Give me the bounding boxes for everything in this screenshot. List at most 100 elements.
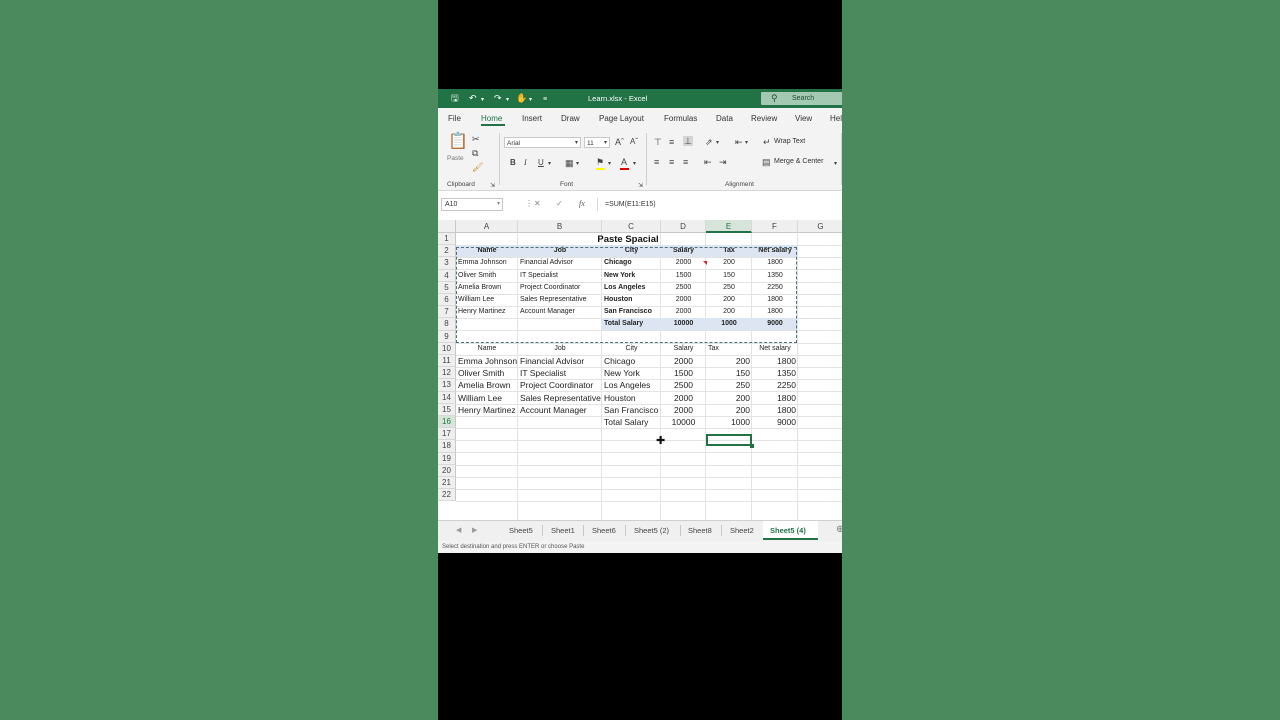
table1-total-label[interactable]: Total Salary	[602, 318, 661, 330]
wrap-text-button[interactable]: Wrap Text	[774, 138, 805, 145]
tab-view[interactable]: View	[795, 114, 812, 123]
table2-cell[interactable]: 200	[706, 392, 752, 404]
redo-icon[interactable]: ↷	[494, 93, 502, 104]
table1-cell[interactable]: 1350	[752, 270, 798, 282]
column-header-c[interactable]: C	[602, 220, 661, 233]
enter-icon[interactable]: ✓	[556, 199, 563, 208]
align-center-icon[interactable]: ≡	[669, 157, 674, 167]
sheet-tab-sheet8[interactable]: Sheet8	[688, 526, 712, 535]
table1-cell[interactable]: 150	[706, 270, 752, 282]
sheet-tab-sheet5[interactable]: Sheet5	[509, 526, 533, 535]
font-color-dropdown-icon[interactable]: ▾	[633, 159, 636, 169]
table1-cell[interactable]: 2000	[661, 294, 706, 306]
table1-cell[interactable]: 200	[706, 257, 752, 269]
sheet-tab-sheet2[interactable]: Sheet2	[730, 526, 754, 535]
row-header-6[interactable]: 6	[438, 294, 456, 307]
table1-cell[interactable]: 1800	[752, 306, 798, 318]
table2-cell[interactable]: 2250	[752, 379, 798, 391]
customize-toolbar-icon[interactable]: ≡	[543, 94, 547, 105]
fill-handle[interactable]	[750, 444, 754, 448]
font-launcher-icon[interactable]: ⇲	[638, 181, 643, 191]
align-top-icon[interactable]: ⊤	[654, 137, 662, 147]
table1-cell[interactable]: Los Angeles	[602, 282, 661, 294]
name-box-dropdown-icon[interactable]: ▾	[497, 200, 500, 207]
table1-cell[interactable]: 1500	[661, 270, 706, 282]
table1-cell[interactable]: 250	[706, 282, 752, 294]
table1-header-cell[interactable]: Name	[456, 245, 518, 258]
table2-cell[interactable]: 1350	[752, 367, 798, 379]
row-header-21[interactable]: 21	[438, 477, 456, 490]
table1-cell[interactable]: Henry Martinez	[456, 306, 518, 318]
table1-cell[interactable]: Account Manager	[518, 306, 602, 318]
scroll-tabs-right-icon[interactable]: ▶	[472, 526, 477, 534]
table2-total-label[interactable]: Total Salary	[602, 416, 661, 428]
orientation-icon[interactable]: ⇗	[705, 137, 713, 147]
column-header-g[interactable]: G	[798, 220, 842, 233]
table2-cell[interactable]: Sales Representative	[518, 392, 602, 404]
column-header-f[interactable]: F	[752, 220, 798, 233]
name-box[interactable]: A10	[441, 198, 503, 211]
decrease-indent-icon[interactable]: ⇤	[704, 157, 712, 167]
tab-insert[interactable]: Insert	[522, 114, 542, 123]
table2-cell[interactable]: Financial Advisor	[518, 355, 602, 367]
touch-mode-icon[interactable]: ✋	[516, 93, 527, 104]
table2-header-cell[interactable]: Salary	[661, 343, 706, 355]
column-header-e[interactable]: E	[706, 220, 752, 233]
fill-color-icon[interactable]: ⚑	[596, 157, 604, 167]
scroll-tabs-left-icon[interactable]: ◀	[456, 526, 461, 534]
table2-cell[interactable]: 1800	[752, 392, 798, 404]
table1-cell[interactable]: 200	[706, 306, 752, 318]
row-header-3[interactable]: 3	[438, 257, 456, 270]
formula-options-icon[interactable]: ⋮	[525, 199, 533, 208]
table1-header-cell[interactable]: Net salary	[752, 245, 798, 258]
tab-file[interactable]: File	[448, 114, 461, 123]
table1-cell[interactable]: William Lee	[456, 294, 518, 306]
table2-cell[interactable]: IT Specialist	[518, 367, 602, 379]
sheet-tab-sheet5-4[interactable]: Sheet5 (4)	[770, 526, 806, 535]
table1-cell[interactable]: Emma Johnson	[456, 257, 518, 269]
indent-rtl-icon[interactable]: ⇤	[735, 137, 743, 147]
table1-cell[interactable]: 2250	[752, 282, 798, 294]
table2-cell[interactable]: 200	[706, 355, 752, 367]
table2-cell[interactable]: Henry Martinez	[456, 404, 518, 416]
table2-total-cell[interactable]: 10000	[661, 416, 706, 428]
table1-cell[interactable]: Oliver Smith	[456, 270, 518, 282]
align-left-icon[interactable]: ≡	[654, 157, 659, 167]
table1-header-cell[interactable]: Tax	[706, 245, 752, 258]
column-header-b[interactable]: B	[518, 220, 602, 233]
select-all-corner[interactable]	[438, 220, 456, 233]
table2-cell[interactable]: New York	[602, 367, 661, 379]
tab-page-layout[interactable]: Page Layout	[599, 114, 644, 123]
table2-cell[interactable]: 2500	[661, 379, 706, 391]
sheet-tab-sheet6[interactable]: Sheet6	[592, 526, 616, 535]
save-icon[interactable]: 🖫	[451, 93, 459, 104]
table1-header-cell[interactable]: Job	[518, 245, 602, 258]
undo-icon[interactable]: ↶	[469, 93, 477, 104]
decrease-font-icon[interactable]: Aˇ	[630, 137, 638, 147]
row-header-2[interactable]: 2	[438, 245, 456, 258]
row-header-10[interactable]: 10	[438, 342, 456, 355]
align-middle-icon[interactable]: ≡	[669, 137, 674, 147]
italic-button[interactable]: I	[524, 158, 527, 168]
paste-label[interactable]: Paste	[447, 155, 464, 162]
row-header-13[interactable]: 13	[438, 379, 456, 392]
orientation-dropdown-icon[interactable]: ▾	[716, 138, 719, 148]
fill-color-dropdown-icon[interactable]: ▾	[608, 159, 611, 169]
tab-draw[interactable]: Draw	[561, 114, 580, 123]
table2-header-cell[interactable]: Job	[518, 343, 602, 355]
format-painter-icon[interactable]: 🖌	[472, 162, 483, 172]
row-header-17[interactable]: 17	[438, 428, 456, 441]
column-header-a[interactable]: A	[456, 220, 518, 233]
table1-cell[interactable]: 1800	[752, 294, 798, 306]
table2-cell[interactable]: 200	[706, 404, 752, 416]
table2-total-cell[interactable]: 1000	[706, 416, 752, 428]
table1-cell[interactable]: IT Specialist	[518, 270, 602, 282]
row-header-7[interactable]: 7	[438, 306, 456, 319]
table2-cell[interactable]: 250	[706, 379, 752, 391]
tab-formulas[interactable]: Formulas	[664, 114, 697, 123]
table2-header-cell[interactable]: Name	[456, 343, 518, 355]
table1-header-cell[interactable]: City	[602, 245, 661, 258]
table1-cell[interactable]: San Francisco	[602, 306, 661, 318]
row-header-22[interactable]: 22	[438, 489, 456, 502]
table1-cell[interactable]: Chicago	[602, 257, 661, 269]
